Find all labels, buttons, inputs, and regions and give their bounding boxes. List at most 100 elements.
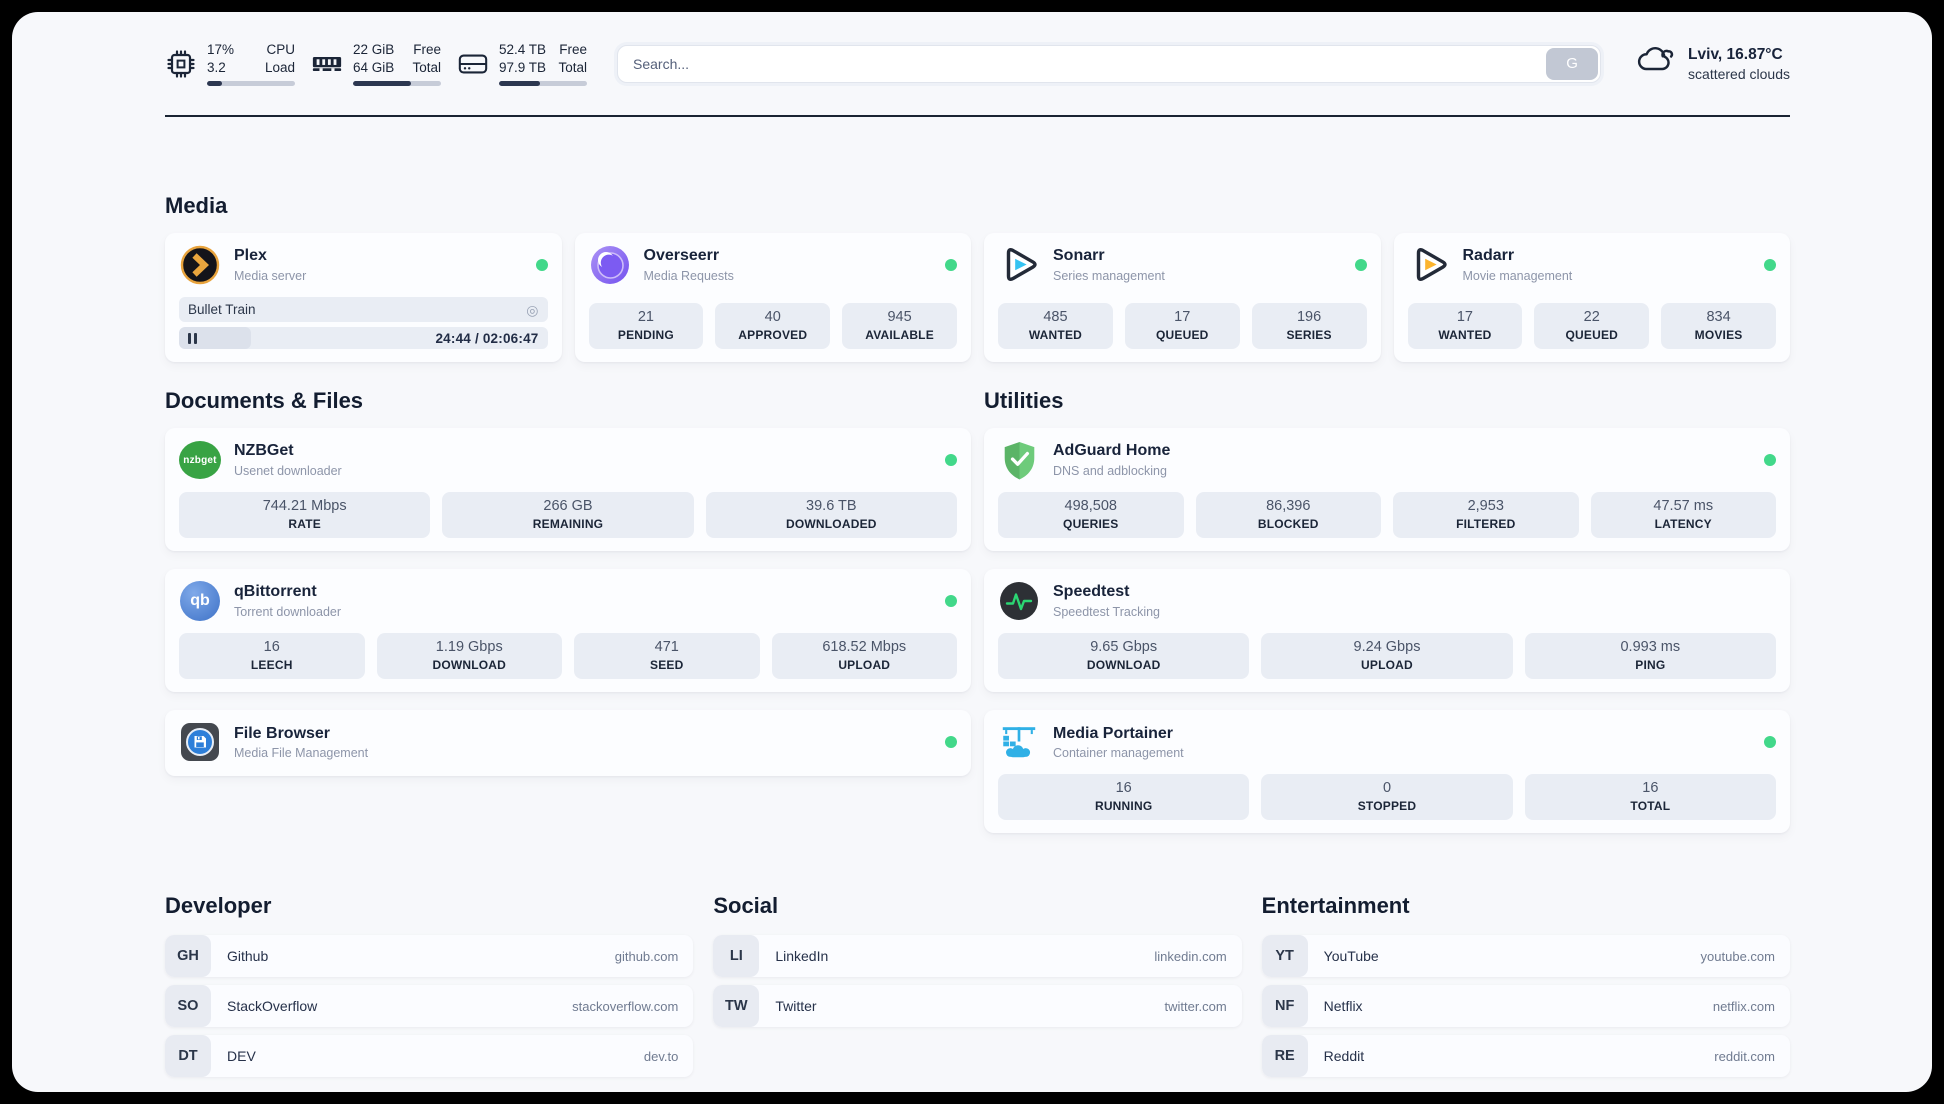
disk-stat: 52.4 TB Free 97.9 TB Total	[457, 41, 587, 87]
cloud-icon	[1635, 44, 1675, 84]
section-title-social: Social	[713, 893, 779, 919]
plex-icon	[179, 244, 221, 286]
cpu-label-2: Load	[264, 59, 295, 75]
bookmark-stackoverflow[interactable]: SO StackOverflow stackoverflow.com	[165, 985, 694, 1028]
weather-condition: scattered clouds	[1688, 65, 1790, 82]
bookmark-github[interactable]: GH Github github.com	[165, 935, 694, 978]
now-playing-session-icon: ◎	[526, 301, 539, 318]
ram-stat: 22 GiB Free 64 GiB Total	[311, 41, 441, 87]
service-name: Speedtest	[1053, 583, 1130, 601]
service-card-radarr[interactable]: Radarr Movie management 17 WANTED 22 QUE…	[1393, 233, 1790, 362]
service-card-plex[interactable]: Plex Media server Bullet Train ◎ 24:44 /…	[165, 233, 562, 362]
service-name: NZBGet	[234, 442, 294, 460]
section-utilities: Utilities AdGuard Home DNS and adblockin…	[984, 388, 1790, 834]
service-description: Torrent downloader	[234, 604, 342, 619]
stat-approved: 40 APPROVED	[715, 302, 831, 349]
service-name: Sonarr	[1053, 247, 1105, 265]
now-playing-bar: Bullet Train ◎	[179, 297, 548, 322]
dev-icon: DT	[165, 1035, 211, 1078]
status-dot-online	[945, 736, 957, 749]
service-card-adguard[interactable]: AdGuard Home DNS and adblocking 498,508 …	[984, 428, 1790, 552]
bookmark-group-entertainment: Entertainment YT YouTube youtube.com NF …	[1261, 893, 1790, 1078]
playback-bar: 24:44 / 02:06:47	[179, 327, 548, 349]
service-card-filebrowser[interactable]: File Browser Media File Management	[165, 710, 971, 777]
section-media: Media Plex Media server Bullet Train ◎ 2…	[165, 193, 1790, 362]
filebrowser-icon	[179, 721, 221, 763]
disk-icon	[457, 48, 489, 80]
service-description: Usenet downloader	[234, 463, 342, 478]
bookmark-netflix[interactable]: NF Netflix netflix.com	[1261, 985, 1790, 1028]
status-dot-online	[535, 259, 548, 271]
status-dot-online	[1764, 454, 1776, 466]
stat-wanted: 17 WANTED	[1407, 302, 1523, 349]
bookmark-dev[interactable]: DT DEV dev.to	[165, 1035, 694, 1078]
section-documents: Documents & Files nzbget NZBGet Usenet d…	[165, 388, 971, 833]
service-description: Media File Management	[234, 745, 369, 760]
netflix-icon: NF	[1261, 985, 1308, 1028]
search-provider-button[interactable]: G	[1546, 47, 1599, 80]
section-title-developer: Developer	[165, 893, 272, 919]
stat-download: 9.65 Gbps DOWNLOAD	[998, 633, 1250, 680]
disk-value: 52.4 TB	[499, 41, 547, 57]
service-name: Plex	[234, 247, 267, 265]
search: G	[617, 44, 1602, 83]
status-dot-online	[945, 595, 957, 608]
service-name: qBittorrent	[234, 583, 317, 601]
weather-location-temp: Lviv, 16.87°C	[1688, 45, 1783, 63]
disk-progress-fill	[499, 81, 540, 87]
stat-leech: 16 LEECH	[179, 633, 365, 680]
stat-running: 16 RUNNING	[998, 774, 1250, 821]
service-name: File Browser	[234, 724, 331, 742]
stat-series: 196 SERIES	[1251, 302, 1367, 349]
status-dot-online	[945, 454, 957, 466]
disk-value-2: 97.9 TB	[499, 59, 547, 75]
section-title-documents: Documents & Files	[165, 388, 364, 413]
bookmark-reddit[interactable]: RE Reddit reddit.com	[1261, 1035, 1790, 1078]
bookmark-youtube[interactable]: YT YouTube youtube.com	[1261, 935, 1790, 978]
status-dot-online	[1764, 736, 1776, 749]
top-bar: 17% CPU 3.2 Load 22 GiB Free 64 GiB Tota…	[165, 12, 1790, 115]
service-description: DNS and adblocking	[1053, 463, 1167, 478]
section-title-media: Media	[165, 193, 228, 218]
service-card-speedtest[interactable]: Speedtest Speedtest Tracking 9.65 Gbps D…	[984, 569, 1790, 693]
stat-rate: 744.21 Mbps RATE	[179, 492, 431, 539]
cpu-icon	[165, 48, 197, 80]
cpu-progress-track	[207, 81, 295, 87]
section-bookmarks: Developer GH Github github.com SO StackO…	[165, 893, 1790, 1078]
stat-remaining: 266 GB REMAINING	[442, 492, 694, 539]
cpu-value: 17%	[207, 41, 235, 57]
service-description: Media Requests	[643, 268, 734, 283]
stat-movies: 834 MOVIES	[1661, 302, 1776, 349]
service-card-qbittorrent[interactable]: qb qBittorrent Torrent downloader 16 LEE…	[165, 569, 971, 693]
pause-icon[interactable]	[188, 332, 197, 344]
weather-widget: Lviv, 16.87°C scattered clouds	[1635, 44, 1790, 84]
service-name: AdGuard Home	[1053, 442, 1171, 460]
stat-queued: 22 QUEUED	[1534, 302, 1650, 349]
service-description: Movie management	[1462, 268, 1573, 283]
bookmark-twitter[interactable]: TW Twitter twitter.com	[713, 985, 1242, 1028]
stat-latency: 47.57 ms LATENCY	[1590, 492, 1776, 539]
service-description: Speedtest Tracking	[1053, 604, 1161, 619]
github-icon: GH	[165, 935, 211, 978]
reddit-icon: RE	[1261, 1035, 1308, 1078]
bookmark-group-social: Social LI LinkedIn linkedin.com TW Twitt…	[713, 893, 1242, 1077]
service-card-portainer[interactable]: Media Portainer Container management 16 …	[984, 710, 1790, 834]
service-card-nzbget[interactable]: nzbget NZBGet Usenet downloader 744.21 M…	[165, 428, 971, 552]
section-title-entertainment: Entertainment	[1261, 893, 1410, 919]
service-name: Media Portainer	[1053, 724, 1174, 742]
service-card-overseerr[interactable]: Overseerr Media Requests 21 PENDING 40 A…	[574, 233, 971, 362]
ram-progress-fill	[353, 81, 411, 87]
speedtest-icon	[998, 580, 1040, 622]
stat-stopped: 0 STOPPED	[1261, 774, 1513, 821]
service-card-sonarr[interactable]: Sonarr Series management 485 WANTED 17 Q…	[984, 233, 1381, 362]
stat-available: 945 AVAILABLE	[842, 302, 957, 349]
stat-blocked: 86,396 BLOCKED	[1195, 492, 1381, 539]
search-input[interactable]	[617, 44, 1602, 83]
service-description: Media server	[234, 268, 307, 283]
nzbget-icon: nzbget	[179, 441, 221, 479]
service-name: Overseerr	[643, 247, 720, 265]
linkedin-icon: LI	[713, 935, 760, 978]
bookmark-linkedin[interactable]: LI LinkedIn linkedin.com	[713, 935, 1242, 978]
ram-value-2: 64 GiB	[353, 59, 395, 75]
now-playing-widget: Bullet Train ◎ 24:44 / 02:06:47	[179, 297, 548, 349]
